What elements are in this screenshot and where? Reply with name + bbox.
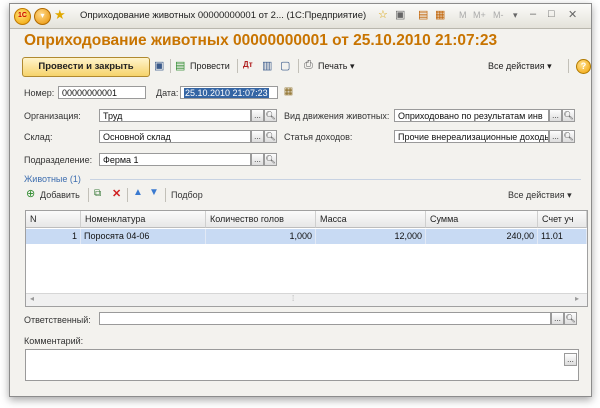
income-item-select-button[interactable]: ... [549, 130, 562, 143]
division-open-icon[interactable]: 🔍︎ [264, 153, 277, 166]
calendar-icon[interactable]: ▦ [282, 86, 295, 99]
income-item-label: Статья доходов: [284, 132, 353, 142]
menu-dropdown-icon[interactable]: ▾ [34, 8, 51, 25]
post-icon[interactable]: ▤ [175, 59, 185, 72]
favorites-icon[interactable]: ☆ [378, 8, 388, 21]
scroll-thumb-grip[interactable]: ⁞ [292, 294, 294, 303]
print-menu-button[interactable]: Печать ▾ [318, 61, 355, 72]
selection-button[interactable]: Подбор [171, 190, 203, 200]
toolbar-separator [88, 188, 89, 202]
memory-m-button[interactable]: M [459, 10, 467, 20]
title-bar: 1С ▾ ★ Оприходование животных 0000000000… [10, 4, 591, 29]
toolbar-separator [298, 59, 299, 73]
printer-icon[interactable]: ⎙ [304, 59, 313, 72]
copy-icon[interactable]: ⧉ [94, 188, 101, 199]
calculator-icon[interactable]: ▤ [418, 8, 428, 21]
toolbar-separator [165, 188, 166, 202]
toolbar-separator [237, 59, 238, 73]
maximize-button[interactable]: □ [548, 8, 555, 20]
warehouse-open-icon[interactable]: 🔍︎ [264, 130, 277, 143]
minimize-button[interactable]: – [530, 8, 536, 20]
cell-account: 11.01 [538, 229, 587, 244]
post-button[interactable]: Провести [190, 61, 230, 71]
table-all-actions-button[interactable]: Все действия ▾ [508, 190, 572, 201]
cell-mass: 12,000 [316, 229, 426, 244]
all-actions-button[interactable]: Все действия ▾ [488, 61, 552, 72]
comment-field[interactable] [25, 349, 579, 381]
number-label: Номер: [24, 88, 55, 98]
comment-edit-button[interactable]: ... [564, 353, 577, 366]
comment-label: Комментарий: [24, 336, 84, 346]
division-select-button[interactable]: ... [251, 153, 264, 166]
document-window: 1С ▾ ★ Оприходование животных 0000000000… [9, 3, 592, 397]
responsible-select-button[interactable]: ... [551, 312, 564, 325]
form-heading: Оприходование животных 00000000001 от 25… [24, 32, 498, 49]
group-divider [90, 179, 581, 180]
help-icon[interactable]: ? [576, 59, 591, 74]
number-field[interactable]: 00000000001 [58, 86, 146, 99]
column-header-sum[interactable]: Сумма [426, 211, 538, 228]
toolbar-separator [568, 59, 569, 73]
scroll-right-icon[interactable]: ▸ [575, 294, 579, 303]
movement-type-label: Вид движения животных: [284, 111, 390, 121]
horizontal-scrollbar[interactable]: ◂ ⁞ ▸ [26, 293, 587, 306]
debit-credit-icon[interactable]: Дт [243, 60, 253, 69]
window-menu-icon[interactable]: ▾ [513, 10, 518, 21]
date-field[interactable]: 25.10.2010 21:07:23 [180, 86, 278, 99]
movement-type-open-icon[interactable]: 🔍︎ [562, 109, 575, 122]
document-icon[interactable]: ▢ [280, 59, 290, 72]
division-label: Подразделение: [24, 155, 93, 165]
cell-n: 1 [26, 229, 81, 244]
income-item-field[interactable]: Прочие внереализационные доходы [394, 130, 549, 143]
window-title: Оприходование животных 00000000001 от 2.… [80, 10, 367, 21]
memory-minus-button[interactable]: M- [493, 10, 504, 20]
add-icon[interactable]: ⊕ [26, 187, 35, 200]
animals-table[interactable]: N Номенклатура Количество голов Масса Су… [25, 210, 588, 307]
move-up-icon[interactable]: ▲ [133, 187, 143, 198]
responsible-field[interactable] [99, 312, 551, 325]
calendar-icon[interactable]: ▦ [435, 8, 445, 21]
close-button[interactable]: ✕ [568, 8, 577, 21]
toolbar-separator [170, 59, 171, 73]
movement-type-select-button[interactable]: ... [549, 109, 562, 122]
save-icon[interactable]: ▣ [154, 59, 164, 72]
income-item-open-icon[interactable]: 🔍︎ [562, 130, 575, 143]
toolbar-separator [127, 188, 128, 202]
app-logo-icon[interactable]: 1С [14, 8, 31, 25]
move-down-icon[interactable]: ▼ [149, 187, 159, 198]
post-and-close-button[interactable]: Провести и закрыть [22, 57, 150, 77]
organization-field[interactable]: Труд [99, 109, 251, 122]
warehouse-label: Склад: [24, 132, 53, 142]
organization-label: Организация: [24, 111, 81, 121]
animals-group-title[interactable]: Животные (1) [24, 174, 81, 184]
scroll-left-icon[interactable]: ◂ [30, 294, 34, 303]
cell-sum: 240,00 [426, 229, 538, 244]
command-bar: Провести и закрыть ▣ ▤ Провести Дт ▥ ▢ ⎙… [22, 57, 591, 77]
responsible-label: Ответственный: [24, 315, 91, 325]
column-header-item[interactable]: Номенклатура [81, 211, 206, 228]
add-button[interactable]: Добавить [40, 190, 80, 200]
date-label: Дата: [156, 88, 179, 98]
favorite-star-icon[interactable]: ★ [54, 7, 66, 23]
warehouse-select-button[interactable]: ... [251, 130, 264, 143]
delete-icon[interactable]: ✕ [112, 187, 121, 200]
table-row[interactable]: 1 Поросята 04-06 1,000 12,000 240,00 11.… [26, 229, 587, 244]
memory-plus-button[interactable]: M+ [473, 10, 486, 20]
organization-open-icon[interactable]: 🔍︎ [264, 109, 277, 122]
column-header-quantity[interactable]: Количество голов [206, 211, 316, 228]
movement-type-field[interactable]: Оприходовано по результатам инв [394, 109, 549, 122]
date-value: 25.10.2010 21:07:23 [184, 88, 269, 98]
cell-quantity: 1,000 [206, 229, 316, 244]
links-icon[interactable]: ▣ [395, 8, 405, 21]
report-icon[interactable]: ▥ [262, 59, 272, 72]
column-header-account[interactable]: Счет уч [538, 211, 587, 228]
warehouse-field[interactable]: Основной склад [99, 130, 251, 143]
division-field[interactable]: Ферма 1 [99, 153, 251, 166]
column-header-mass[interactable]: Масса [316, 211, 426, 228]
column-header-n[interactable]: N [26, 211, 81, 228]
organization-select-button[interactable]: ... [251, 109, 264, 122]
cell-item: Поросята 04-06 [81, 229, 206, 244]
responsible-open-icon[interactable]: 🔍︎ [564, 312, 577, 325]
